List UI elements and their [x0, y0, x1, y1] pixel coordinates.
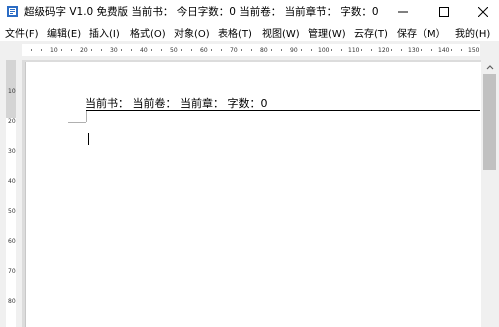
ruler-label: 20 — [8, 118, 16, 125]
ruler-label: 150 — [468, 47, 480, 54]
menu-view[interactable]: 视图(W) — [262, 25, 300, 40]
ruler-label: 70 — [230, 47, 238, 54]
vertical-ruler: 10 20 30 40 50 60 70 80 — [0, 60, 22, 327]
menu-manage[interactable]: 管理(W) — [308, 25, 346, 40]
minimize-icon — [398, 11, 408, 13]
ruler-label: 70 — [8, 268, 16, 275]
menu-file[interactable]: 文件(F) — [5, 25, 39, 40]
menu-edit[interactable]: 编辑(E) — [47, 25, 81, 40]
ruler-label: 10 — [50, 47, 58, 54]
menu-my[interactable]: 我的(H) — [455, 25, 490, 40]
window-title: 超级码字 V1.0 免费版 当前书： 今日字数：0 当前卷： 当前章节： 字数：… — [24, 6, 379, 18]
close-icon — [478, 7, 488, 17]
minimize-button[interactable] — [387, 0, 419, 24]
ruler-label: 50 — [170, 47, 178, 54]
ruler-label: 40 — [8, 178, 16, 185]
menu-bar: 文件(F) 编辑(E) 插入(I) 格式(O) 对象(O) 表格(T) 视图(W… — [0, 24, 499, 41]
scroll-up-icon[interactable] — [486, 64, 494, 70]
menu-cloud-save[interactable]: 云存(T) — [354, 25, 388, 40]
menu-format[interactable]: 格式(O) — [130, 25, 166, 40]
ruler-label: 60 — [200, 47, 208, 54]
ruler-label: 140 — [438, 47, 450, 54]
ruler-label: 90 — [290, 47, 298, 54]
ruler-label: 20 — [80, 47, 88, 54]
ruler-label: 120 — [378, 47, 390, 54]
ruler-label: 50 — [8, 208, 16, 215]
menu-table[interactable]: 表格(T) — [218, 25, 252, 40]
ruler-label: 100 — [318, 47, 330, 54]
ruler-label: 60 — [8, 238, 16, 245]
header-divider — [86, 110, 480, 111]
close-button[interactable] — [467, 0, 499, 24]
ruler-label: 80 — [260, 47, 268, 54]
margin-corner-mark — [86, 111, 87, 122]
ruler-label: 40 — [140, 47, 148, 54]
title-bar: 超级码字 V1.0 免费版 当前书： 今日字数：0 当前卷： 当前章节： 字数：… — [0, 0, 499, 24]
ruler-label: 10 — [8, 88, 16, 95]
scrollbar-thumb[interactable] — [483, 74, 496, 170]
ruler-label: 30 — [110, 47, 118, 54]
ruler-label: 80 — [8, 298, 16, 305]
ruler-label: 30 — [8, 148, 16, 155]
app-icon — [7, 6, 18, 17]
menu-object[interactable]: 对象(O) — [174, 25, 210, 40]
maximize-icon — [439, 7, 449, 17]
horizontal-ruler: 10 20 30 40 50 60 70 80 90 100 110 120 1… — [0, 41, 499, 61]
document-header: 当前书： 当前卷： 当前章： 字数：0 — [85, 97, 268, 110]
text-cursor — [88, 133, 89, 145]
menu-insert[interactable]: 插入(I) — [89, 25, 120, 40]
ruler-label: 130 — [408, 47, 420, 54]
margin-corner-mark — [68, 122, 86, 123]
menu-save[interactable]: 保存（M） — [397, 25, 446, 40]
ruler-label: 110 — [348, 47, 360, 54]
maximize-button[interactable] — [428, 0, 460, 24]
